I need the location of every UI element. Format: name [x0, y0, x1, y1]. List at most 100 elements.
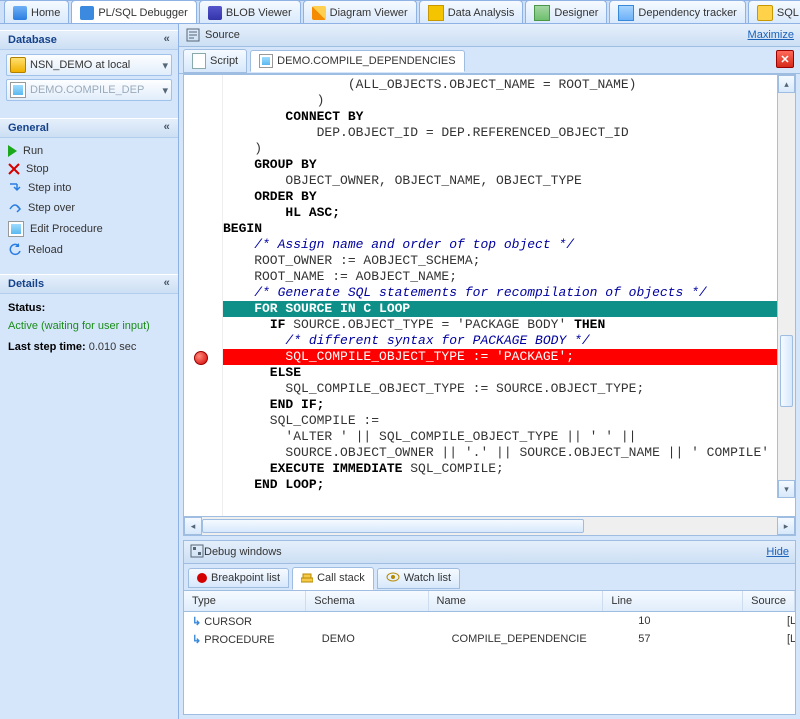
database-section-body: NSN_DEMO at local ▾ DEMO.COMPILE_DEP ▾	[0, 50, 178, 108]
run-icon	[8, 145, 17, 157]
source-tab-object[interactable]: DEMO.COMPILE_DEPENDENCIES	[250, 50, 464, 72]
run-button[interactable]: Run	[6, 142, 172, 160]
diagram-icon	[312, 6, 326, 20]
stack-arrow-icon: ↳	[192, 616, 201, 628]
details-section-body: Status: Active (waiting for user input) …	[0, 294, 178, 363]
scroll-up-button[interactable]: ▴	[778, 75, 795, 93]
maximize-link[interactable]: Maximize	[748, 29, 794, 41]
edit-proc-icon	[8, 221, 24, 237]
tab-designer[interactable]: Designer	[525, 1, 607, 24]
stack-icon	[301, 571, 313, 586]
callstack-row[interactable]: ↳ PROCEDUREDEMOCOMPILE_DEPENDENCIE57[Lin…	[184, 630, 795, 648]
dropdown-icon: ▾	[162, 59, 168, 72]
section-title: Database	[8, 34, 57, 46]
tab-diagram-viewer[interactable]: Diagram Viewer	[303, 1, 417, 24]
col-type[interactable]: Type	[184, 591, 306, 611]
grid-body[interactable]: ↳ CURSOR10[Line 57] FOR SOURCE↳ PROCEDUR…	[184, 612, 795, 714]
reload-button[interactable]: Reload	[6, 240, 172, 260]
debug-bar: Debug windows Hide	[183, 540, 796, 564]
menu-label: Step into	[28, 182, 71, 194]
database-section-header[interactable]: Database «	[0, 30, 178, 50]
collapse-icon: «	[163, 278, 170, 290]
object-selector[interactable]: DEMO.COMPILE_DEP ▾	[6, 79, 172, 101]
menu-label: Stop	[26, 163, 49, 175]
tab-label: Diagram Viewer	[330, 7, 408, 19]
procedure-icon	[259, 54, 273, 68]
scroll-down-button[interactable]: ▾	[778, 480, 795, 498]
debug-tabbar: Breakpoint list Call stack Watch list	[183, 564, 796, 590]
puzzle-icon	[80, 6, 94, 20]
cube-icon	[428, 5, 444, 21]
stack-arrow-icon: ↳	[192, 634, 201, 646]
tab-home[interactable]: Home	[4, 1, 69, 24]
tab-plsql-debugger[interactable]: PL/SQL Debugger	[71, 1, 196, 24]
stop-icon	[8, 163, 20, 175]
menu-label: Edit Procedure	[30, 223, 103, 235]
stop-button[interactable]: Stop	[6, 160, 172, 178]
source-bar: Source Maximize	[179, 24, 800, 47]
debug-tab-watchlist[interactable]: Watch list	[377, 568, 460, 589]
database-selector[interactable]: NSN_DEMO at local ▾	[6, 54, 172, 76]
callstack-grid: Type Schema Name Line Source ↳ CURSOR10[…	[183, 590, 796, 715]
left-panel: Database « NSN_DEMO at local ▾ DEMO.COMP…	[0, 24, 179, 719]
tab-label: Script	[210, 55, 238, 67]
collapse-icon: «	[163, 34, 170, 46]
debug-tab-breakpoints[interactable]: Breakpoint list	[188, 568, 289, 588]
collapse-icon: «	[163, 122, 170, 134]
col-source[interactable]: Source	[743, 591, 795, 611]
grid-header[interactable]: Type Schema Name Line Source	[184, 591, 795, 612]
vertical-scrollbar[interactable]: ▴ ▾	[777, 75, 795, 498]
tab-label: PL/SQL Debugger	[98, 7, 187, 19]
status-value: Active (waiting for user input)	[8, 318, 170, 336]
watch-icon	[386, 572, 400, 585]
home-icon	[13, 6, 27, 20]
col-schema[interactable]: Schema	[306, 591, 428, 611]
debug-windows: Debug windows Hide Breakpoint list Call …	[183, 540, 796, 715]
col-line[interactable]: Line	[603, 591, 743, 611]
step-over-button[interactable]: Step over	[6, 198, 172, 218]
grid-icon	[534, 5, 550, 21]
menu-label: Reload	[28, 244, 63, 256]
debug-tab-callstack[interactable]: Call stack	[292, 567, 374, 590]
callstack-row[interactable]: ↳ CURSOR10[Line 57] FOR SOURCE	[184, 612, 795, 630]
tab-label: Designer	[554, 7, 598, 19]
tab-label: Watch list	[404, 572, 451, 584]
details-section-header[interactable]: Details «	[0, 274, 178, 294]
scroll-right-button[interactable]: ▸	[777, 517, 795, 535]
general-section-body: Run Stop Step into Step over Edit Proced…	[0, 138, 178, 264]
tab-label: BLOB Viewer	[226, 7, 292, 19]
object-label: DEMO.COMPILE_DEP	[30, 84, 144, 96]
code-content[interactable]: (ALL_OBJECTS.OBJECT_NAME = ROOT_NAME) ) …	[223, 75, 795, 516]
bp-list-icon	[197, 573, 207, 583]
status-label: Status:	[8, 302, 45, 314]
horizontal-scrollbar[interactable]: ◂ ▸	[183, 517, 796, 536]
tab-data-analysis[interactable]: Data Analysis	[419, 1, 524, 24]
scroll-left-button[interactable]: ◂	[184, 517, 202, 535]
blob-icon	[208, 6, 222, 20]
database-icon	[10, 57, 26, 73]
edit-procedure-button[interactable]: Edit Procedure	[6, 218, 172, 240]
tab-dependency-tracker[interactable]: Dependency tracker	[609, 1, 745, 24]
close-tab-button[interactable]: ✕	[776, 50, 794, 68]
procedure-icon	[10, 82, 26, 98]
step-into-button[interactable]: Step into	[6, 178, 172, 198]
dep-icon	[618, 5, 634, 21]
tab-label: Breakpoint list	[211, 572, 280, 584]
right-panel: Source Maximize Script DEMO.COMPILE_DEPE…	[179, 24, 800, 719]
tab-sql[interactable]: SQL	[748, 1, 800, 24]
doc-icon	[192, 53, 206, 69]
hide-link[interactable]: Hide	[766, 546, 789, 558]
gutter[interactable]	[184, 75, 223, 516]
code-editor[interactable]: (ALL_OBJECTS.OBJECT_NAME = ROOT_NAME) ) …	[183, 74, 796, 517]
debug-bar-label: Debug windows	[204, 546, 282, 558]
general-section-header[interactable]: General «	[0, 118, 178, 138]
tab-blob-viewer[interactable]: BLOB Viewer	[199, 1, 301, 24]
scroll-thumb[interactable]	[202, 519, 584, 533]
scroll-thumb[interactable]	[780, 335, 793, 407]
source-tab-script[interactable]: Script	[183, 49, 247, 73]
col-name[interactable]: Name	[429, 591, 604, 611]
dropdown-icon: ▾	[162, 84, 168, 97]
tab-label: SQL	[777, 7, 799, 19]
tab-label: Home	[31, 7, 60, 19]
breakpoint-marker[interactable]	[194, 351, 208, 365]
